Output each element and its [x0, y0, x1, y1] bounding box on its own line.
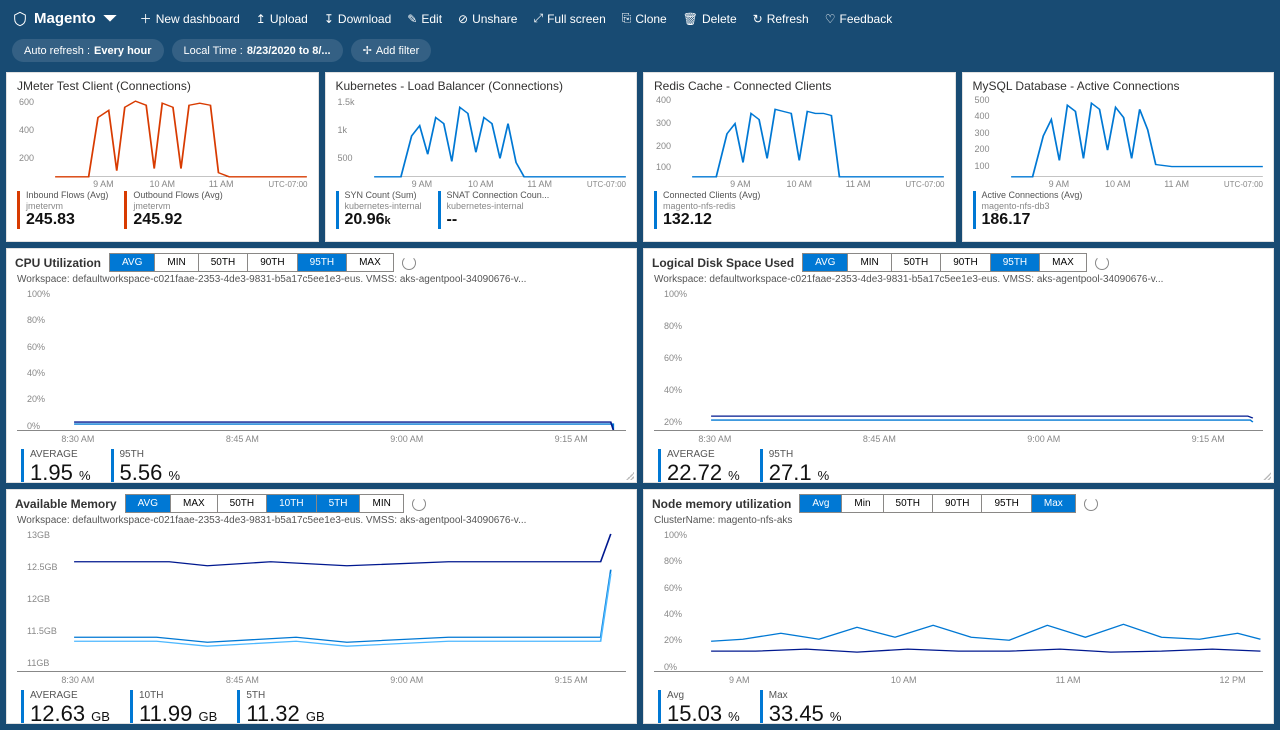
seg-max[interactable]: MAX: [347, 254, 393, 271]
seg-max[interactable]: MAX: [1040, 254, 1086, 271]
tile-title: Kubernetes - Load Balancer (Connections): [326, 73, 637, 95]
seg-nodemem: AvgMin50TH90TH95THMax: [799, 494, 1075, 513]
seg-50th[interactable]: 50TH: [199, 254, 248, 271]
download-button[interactable]: ↧ Download: [316, 8, 399, 30]
metric-outbound: Outbound Flows (Avg)jmetervm245.92: [124, 191, 222, 229]
seg-max[interactable]: MAX: [171, 495, 218, 512]
resize-grip[interactable]: [624, 470, 634, 480]
seg-50th[interactable]: 50TH: [892, 254, 941, 271]
dashboard-title[interactable]: Magento: [12, 10, 118, 27]
fullscreen-button[interactable]: ⤢ Full screen: [525, 7, 613, 30]
metric-mysql-conn: Active Connections (Avg)magento-nfs-db31…: [973, 191, 1083, 229]
time-range-pill[interactable]: Local Time : 8/23/2020 to 8/...: [172, 39, 343, 62]
chart-disk: 100% 80% 60% 40% 20% 8:30 AM 8:45 AM 9:0…: [654, 291, 1263, 431]
tile-mysql[interactable]: MySQL Database - Active Connections 500 …: [962, 72, 1275, 242]
seg-min[interactable]: MIN: [155, 254, 198, 271]
metric-average: AVERAGE22.72 %: [658, 449, 740, 483]
refresh-icon[interactable]: [402, 256, 416, 270]
tile-redis[interactable]: Redis Cache - Connected Clients 400 300 …: [643, 72, 956, 242]
seg-50th[interactable]: 50TH: [218, 495, 267, 512]
chart-redis: [652, 95, 947, 187]
seg-mem: AVGMAX50TH10TH5THMIN: [125, 494, 404, 513]
tile-nodemem[interactable]: Node memory utilization AvgMin50TH90TH95…: [643, 489, 1274, 724]
edit-button[interactable]: ✎ Edit: [399, 8, 450, 30]
seg-95th[interactable]: 95TH: [298, 254, 347, 271]
seg-min[interactable]: MIN: [360, 495, 402, 512]
tile-cpu[interactable]: CPU Utilization AVGMIN50TH90TH95THMAX Wo…: [6, 248, 637, 483]
chart-k8s: [334, 95, 629, 187]
seg-min[interactable]: MIN: [848, 254, 891, 271]
tile-title: JMeter Test Client (Connections): [7, 73, 318, 95]
refresh-icon[interactable]: [412, 497, 426, 511]
tile-k8s[interactable]: Kubernetes - Load Balancer (Connections)…: [325, 72, 638, 242]
metric-95th: 95TH5.56 %: [111, 449, 181, 483]
seg-cpu: AVGMIN50TH90TH95THMAX: [109, 253, 394, 272]
upload-button[interactable]: ↥ Upload: [248, 8, 316, 30]
seg-min[interactable]: Min: [842, 495, 883, 512]
unshare-button[interactable]: ⊘ Unshare: [450, 8, 525, 30]
tile-jmeter[interactable]: JMeter Test Client (Connections) 600 400…: [6, 72, 319, 242]
add-filter-pill[interactable]: ✢ Add filter: [351, 39, 432, 62]
feedback-button[interactable]: ♡ Feedback: [817, 8, 900, 30]
chart-nodemem: 100% 80% 60% 40% 20% 0% 9 AM 10 AM 11 AM…: [654, 532, 1263, 672]
metrics-cpu: AVERAGE1.95 % 95TH5.56 %: [7, 431, 636, 483]
chevron-down-icon: [102, 11, 118, 27]
seg-avg[interactable]: AVG: [803, 254, 848, 271]
chart-mem: 13GB 12.5GB 12GB 11.5GB 11GB 8:30 AM 8:4…: [17, 532, 626, 672]
seg-max[interactable]: Max: [1032, 495, 1075, 512]
seg-10th[interactable]: 10TH: [267, 495, 316, 512]
seg-50th[interactable]: 50TH: [884, 495, 933, 512]
seg-avg[interactable]: AVG: [126, 495, 171, 512]
metric-avg: Avg15.03 %: [658, 690, 740, 724]
chart-cpu: 100% 80% 60% 40% 20% 0% 8:30 AM 8:45 AM …: [17, 291, 626, 431]
metric-5th: 5TH11.32 GB: [237, 690, 324, 724]
clone-button[interactable]: ⎘ Clone: [614, 7, 675, 30]
chart-mysql: [971, 95, 1266, 187]
refresh-button[interactable]: ↻ Refresh: [745, 8, 817, 30]
delete-button[interactable]: 🗑 Delete: [675, 8, 745, 30]
tile-title: Redis Cache - Connected Clients: [644, 73, 955, 95]
seg-disk: AVGMIN50TH90TH95THMAX: [802, 253, 1087, 272]
chart-jmeter: [15, 95, 310, 187]
metric-redis-clients: Connected Clients (Avg)magento-nfs-redis…: [654, 191, 760, 229]
seg-95th[interactable]: 95TH: [982, 495, 1031, 512]
seg-avg[interactable]: Avg: [800, 495, 842, 512]
seg-90th[interactable]: 90TH: [941, 254, 990, 271]
tile-title: MySQL Database - Active Connections: [963, 73, 1274, 95]
refresh-icon[interactable]: [1084, 497, 1098, 511]
seg-95th[interactable]: 95TH: [991, 254, 1040, 271]
seg-avg[interactable]: AVG: [110, 254, 155, 271]
new-dashboard-button[interactable]: ＋ New dashboard: [132, 6, 248, 31]
metric-average: AVERAGE1.95 %: [21, 449, 91, 483]
metrics-disk: AVERAGE22.72 % 95TH27.1 %: [644, 431, 1273, 483]
metric-syn: SYN Count (Sum)kubernetes-internal20.96k: [336, 191, 422, 229]
seg-90th[interactable]: 90TH: [933, 495, 982, 512]
metric-average: AVERAGE12.63 GB: [21, 690, 110, 724]
resize-grip[interactable]: [1261, 470, 1271, 480]
tile-disk[interactable]: Logical Disk Space Used AVGMIN50TH90TH95…: [643, 248, 1274, 483]
seg-5th[interactable]: 5TH: [317, 495, 361, 512]
metrics-mem: AVERAGE12.63 GB 10TH11.99 GB 5TH11.32 GB: [7, 672, 636, 724]
metric-95th: 95TH27.1 %: [760, 449, 830, 483]
seg-90th[interactable]: 90TH: [248, 254, 297, 271]
tile-memory[interactable]: Available Memory AVGMAX50TH10TH5THMIN Wo…: [6, 489, 637, 724]
metric-inbound: Inbound Flows (Avg)jmetervm245.83: [17, 191, 108, 229]
metric-snat: SNAT Connection Coun...kubernetes-intern…: [438, 191, 550, 229]
refresh-icon[interactable]: [1095, 256, 1109, 270]
metric-max: Max33.45 %: [760, 690, 842, 724]
metric-10th: 10TH11.99 GB: [130, 690, 217, 724]
auto-refresh-pill[interactable]: Auto refresh : Every hour: [12, 39, 164, 62]
